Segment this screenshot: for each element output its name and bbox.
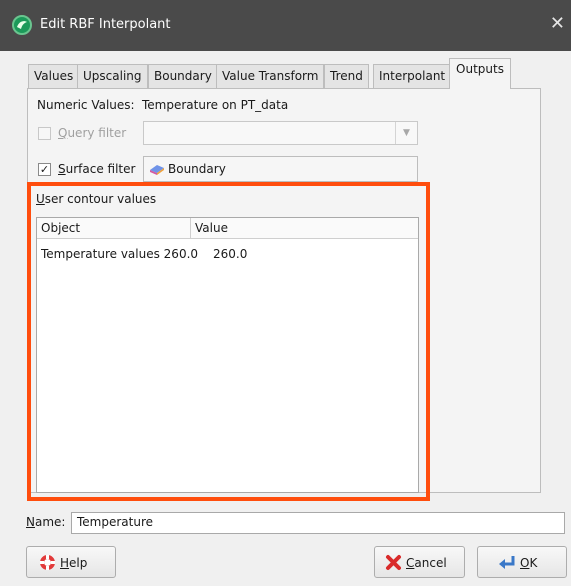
table-row-value[interactable]: 260.0 [213, 247, 247, 261]
query-filter-select[interactable]: ▼ [143, 121, 418, 145]
chevron-down-icon: ▼ [395, 122, 417, 144]
dialog-window: Edit RBF Interpolant ✕ Values Upscaling … [0, 0, 571, 586]
tab-boundary[interactable]: Boundary [148, 64, 218, 88]
title-bar: Edit RBF Interpolant ✕ [0, 0, 571, 51]
boundary-surface-icon [150, 165, 164, 175]
name-input[interactable]: Temperature [71, 512, 565, 534]
tab-interpolant[interactable]: Interpolant [373, 64, 452, 88]
enter-arrow-icon [499, 556, 515, 569]
column-header-value[interactable]: Value [195, 221, 228, 235]
user-contour-values-label: User contour values [36, 192, 157, 206]
surface-filter-value: Boundary [168, 162, 226, 176]
tab-trend[interactable]: Trend [324, 64, 369, 88]
surface-filter-selector[interactable]: Boundary [143, 156, 418, 182]
cancel-x-icon [386, 555, 401, 570]
help-button-label: Help [60, 556, 88, 570]
tab-value-transform[interactable]: Value Transform [216, 64, 325, 88]
table-row-object[interactable]: Temperature values 260.0 [41, 247, 198, 261]
leapfrog-app-icon [12, 15, 32, 35]
lifebuoy-icon [40, 555, 55, 570]
column-divider[interactable] [190, 218, 191, 239]
query-filter-label: Query filter [58, 126, 127, 140]
tab-upscaling[interactable]: Upscaling [77, 64, 148, 88]
tab-outputs[interactable]: Outputs [449, 58, 511, 89]
help-button[interactable]: Help [26, 546, 116, 578]
window-title: Edit RBF Interpolant [40, 17, 171, 32]
cancel-button-label: Cancel [406, 556, 447, 570]
ok-button[interactable]: OK [477, 546, 567, 578]
name-label: Name: [26, 515, 66, 529]
table-header: Object Value [37, 218, 418, 239]
contour-values-table[interactable]: Object Value Temperature values 260.0 26… [36, 217, 419, 493]
surface-filter-label: Surface filter [58, 162, 136, 176]
query-filter-checkbox[interactable] [38, 127, 51, 140]
ok-button-label: OK [520, 556, 538, 570]
numeric-values-value: Temperature on PT_data [142, 98, 289, 112]
surface-filter-checkbox[interactable]: ✓ [38, 163, 51, 176]
numeric-values-label: Numeric Values: [37, 98, 135, 112]
cancel-button[interactable]: Cancel [374, 546, 465, 578]
close-icon[interactable]: ✕ [550, 13, 565, 34]
column-header-object[interactable]: Object [41, 221, 80, 235]
tab-values[interactable]: Values [28, 64, 80, 88]
